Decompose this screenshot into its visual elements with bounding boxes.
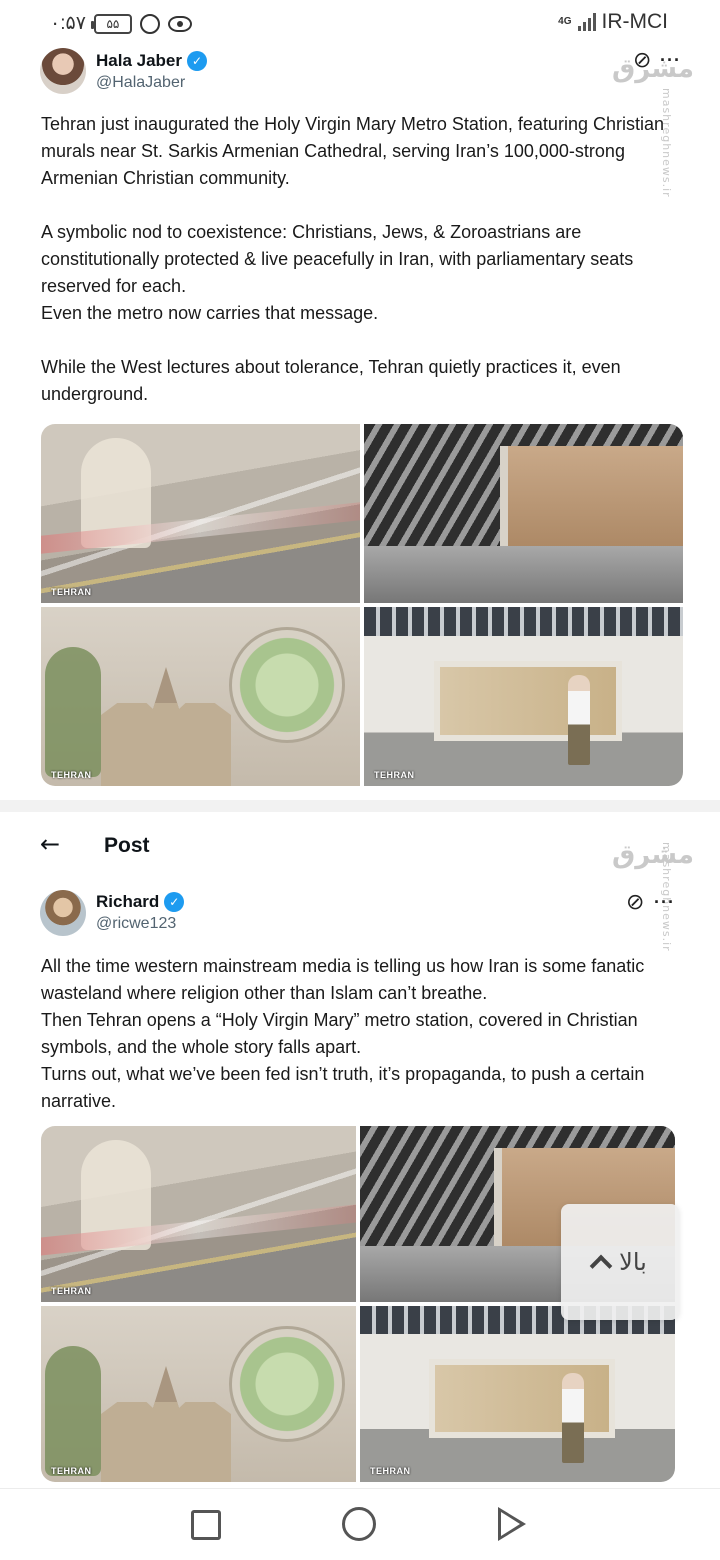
verified-badge-icon: ✓: [187, 51, 207, 71]
post-divider: [0, 800, 720, 812]
battery-icon: ۵۵: [90, 13, 132, 34]
image-caption: TEHRAN: [374, 770, 415, 780]
status-time: ۰:۵۷: [50, 13, 86, 34]
back-to-top-label: بالا: [619, 1248, 647, 1276]
back-arrow-icon[interactable]: ←: [40, 830, 60, 858]
status-bar: ۰:۵۷ ۵۵ 4G IR-MCI: [0, 0, 720, 48]
image-caption: TEHRAN: [370, 1286, 411, 1296]
author-handle[interactable]: @HalaJaber: [96, 74, 185, 92]
watermark-logo: مشرق: [612, 54, 694, 84]
watermark-logo: مشرق: [612, 840, 694, 870]
grok-icon[interactable]: ⊘: [626, 890, 644, 915]
page-title: Post: [104, 834, 150, 857]
metro-corridor-image[interactable]: TEHRAN: [360, 1306, 675, 1482]
metro-platform-image[interactable]: TEHRAN: [41, 1126, 356, 1302]
metro-escalator-image[interactable]: TEHRAN: [364, 424, 683, 603]
image-caption: TEHRAN: [374, 587, 415, 597]
metro-corridor-image[interactable]: TEHRAN: [364, 607, 683, 786]
status-left: ۰:۵۷ ۵۵: [50, 12, 192, 35]
battery-level: ۵۵: [106, 16, 120, 31]
tweet-image-grid[interactable]: TEHRAN TEHRAN TEHRAN TEHRAN: [41, 424, 683, 786]
recent-apps-icon[interactable]: [191, 1510, 221, 1540]
author-row: Richard ✓: [96, 892, 185, 912]
image-caption: TEHRAN: [51, 770, 92, 780]
church-mural-image[interactable]: TEHRAN: [41, 1306, 356, 1482]
eye-comfort-icon: [167, 15, 192, 32]
author-handle[interactable]: @ricwe123: [96, 915, 176, 933]
avatar[interactable]: [40, 48, 86, 94]
network-type: 4G: [558, 16, 572, 27]
church-mural-image[interactable]: TEHRAN: [41, 607, 360, 786]
image-caption: TEHRAN: [51, 587, 92, 597]
image-caption: TEHRAN: [370, 1466, 411, 1476]
back-icon[interactable]: [498, 1507, 526, 1541]
navigation-bar: [0, 1488, 720, 1560]
tweet-card-2[interactable]: ← Post مشرق mashreghnews.ir Richard ✓ @r…: [0, 812, 720, 1488]
tweet-text: Tehran just inaugurated the Holy Virgin …: [41, 114, 664, 404]
avatar[interactable]: [40, 890, 86, 936]
verified-badge-icon: ✓: [164, 892, 185, 912]
back-to-top-button[interactable]: بالا: [561, 1204, 679, 1320]
author-name[interactable]: Richard: [96, 892, 159, 912]
tweet-card-1[interactable]: Hala Jaber ✓ @HalaJaber ⊘ ··· مشرق mashr…: [0, 48, 720, 800]
home-icon[interactable]: [342, 1507, 376, 1541]
alarm-icon: [139, 13, 160, 34]
tweet-text: All the time western mainstream media is…: [41, 956, 645, 1111]
more-options-icon[interactable]: ···: [654, 892, 675, 913]
image-caption: TEHRAN: [51, 1466, 92, 1476]
metro-platform-image[interactable]: TEHRAN: [41, 424, 360, 603]
status-right: 4G IR-MCI: [558, 10, 668, 34]
author-row: Hala Jaber ✓: [96, 51, 207, 71]
chevron-up-icon: [589, 1254, 613, 1278]
image-caption: TEHRAN: [51, 1286, 92, 1296]
carrier-name: IR-MCI: [601, 10, 669, 33]
author-name[interactable]: Hala Jaber: [96, 51, 182, 71]
signal-icon: [577, 13, 596, 31]
